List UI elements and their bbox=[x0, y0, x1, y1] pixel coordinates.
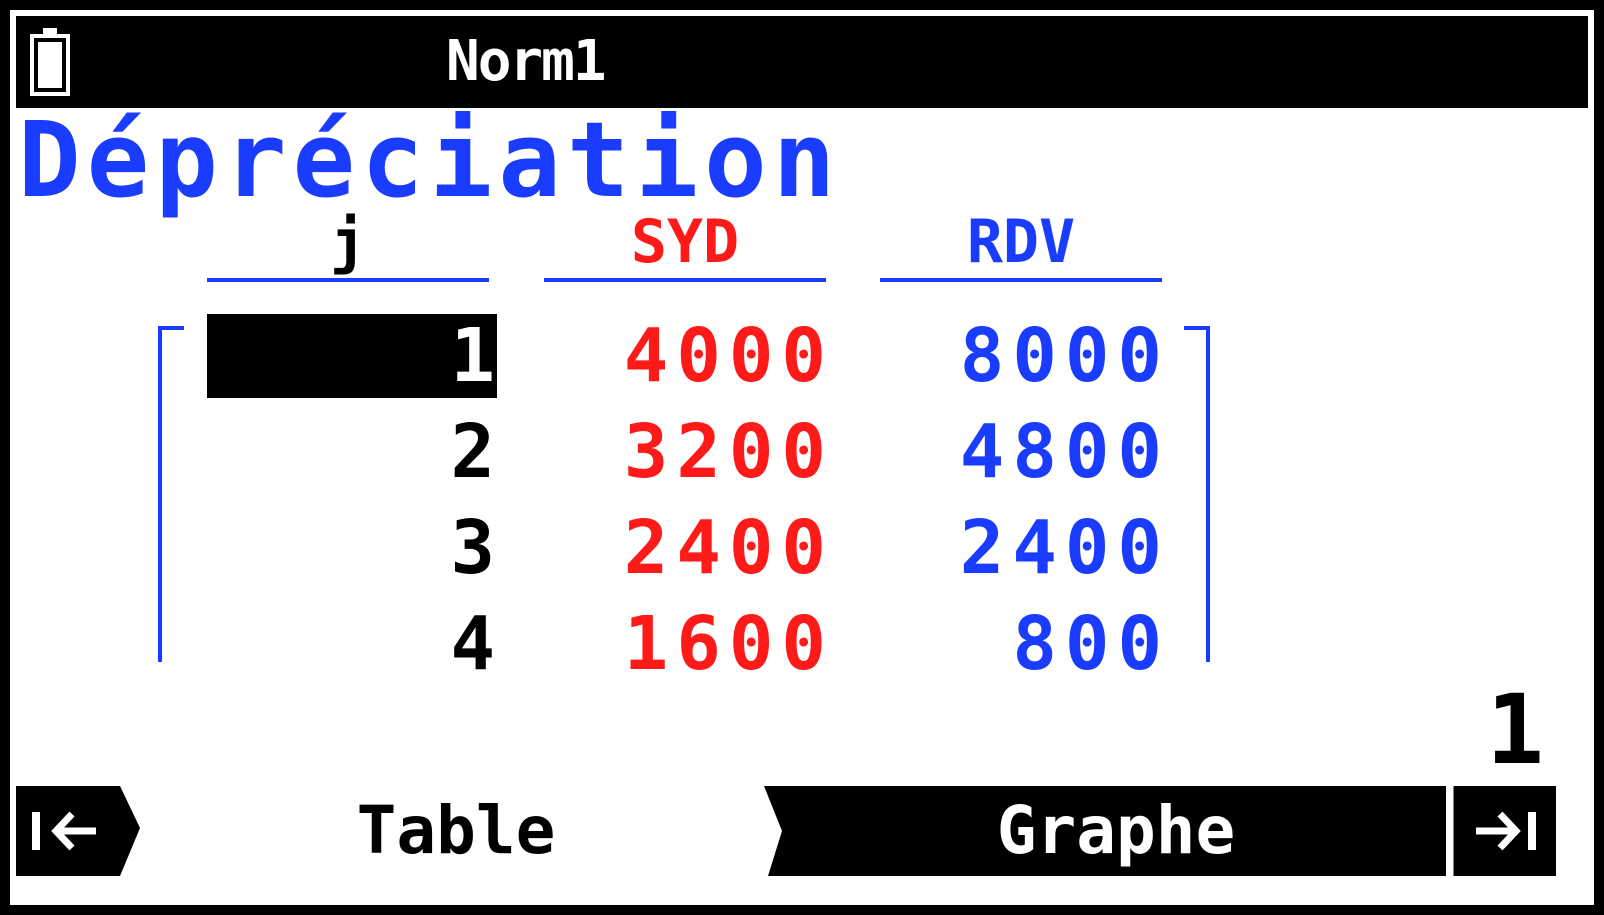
calculator-screen: Norm1 Dépréciation j SYD RDV 1 4000 8000… bbox=[10, 10, 1594, 905]
page-title: Dépréciation bbox=[18, 99, 842, 221]
softkey-bar: Table Graphe bbox=[16, 786, 1556, 876]
angle-mode-indicator: Norm1 bbox=[446, 29, 607, 94]
table-cell-rdv-4[interactable]: 800 bbox=[880, 602, 1170, 686]
table-softkey[interactable]: Table bbox=[146, 786, 766, 876]
table-cell-rdv-3[interactable]: 2400 bbox=[880, 506, 1170, 590]
table-cell-j-4[interactable]: 4 bbox=[207, 602, 497, 686]
matrix-bracket-left bbox=[158, 326, 184, 662]
column-header-rdv: RDV bbox=[880, 206, 1162, 282]
table-cell-syd-1[interactable]: 4000 bbox=[544, 314, 834, 398]
arrow-left-to-bar-icon[interactable] bbox=[16, 786, 140, 876]
page-number: 1 bbox=[1486, 674, 1544, 786]
table-cell-j-3[interactable]: 3 bbox=[207, 506, 497, 590]
table-cell-rdv-2[interactable]: 4800 bbox=[880, 410, 1170, 494]
graphe-softkey[interactable]: Graphe bbox=[786, 786, 1446, 876]
matrix-bracket-right bbox=[1184, 326, 1210, 662]
battery-icon bbox=[30, 28, 70, 96]
table-cell-syd-4[interactable]: 1600 bbox=[544, 602, 834, 686]
status-bar: Norm1 bbox=[16, 16, 1588, 108]
arrow-right-to-bar-icon[interactable] bbox=[1448, 786, 1556, 876]
table-cell-syd-2[interactable]: 3200 bbox=[544, 410, 834, 494]
table-cell-j-1[interactable]: 1 bbox=[207, 314, 497, 398]
table-cell-rdv-1[interactable]: 8000 bbox=[880, 314, 1170, 398]
column-header-syd: SYD bbox=[544, 206, 826, 282]
table-cell-j-2[interactable]: 2 bbox=[207, 410, 497, 494]
table-cell-syd-3[interactable]: 2400 bbox=[544, 506, 834, 590]
column-header-j: j bbox=[207, 206, 489, 282]
